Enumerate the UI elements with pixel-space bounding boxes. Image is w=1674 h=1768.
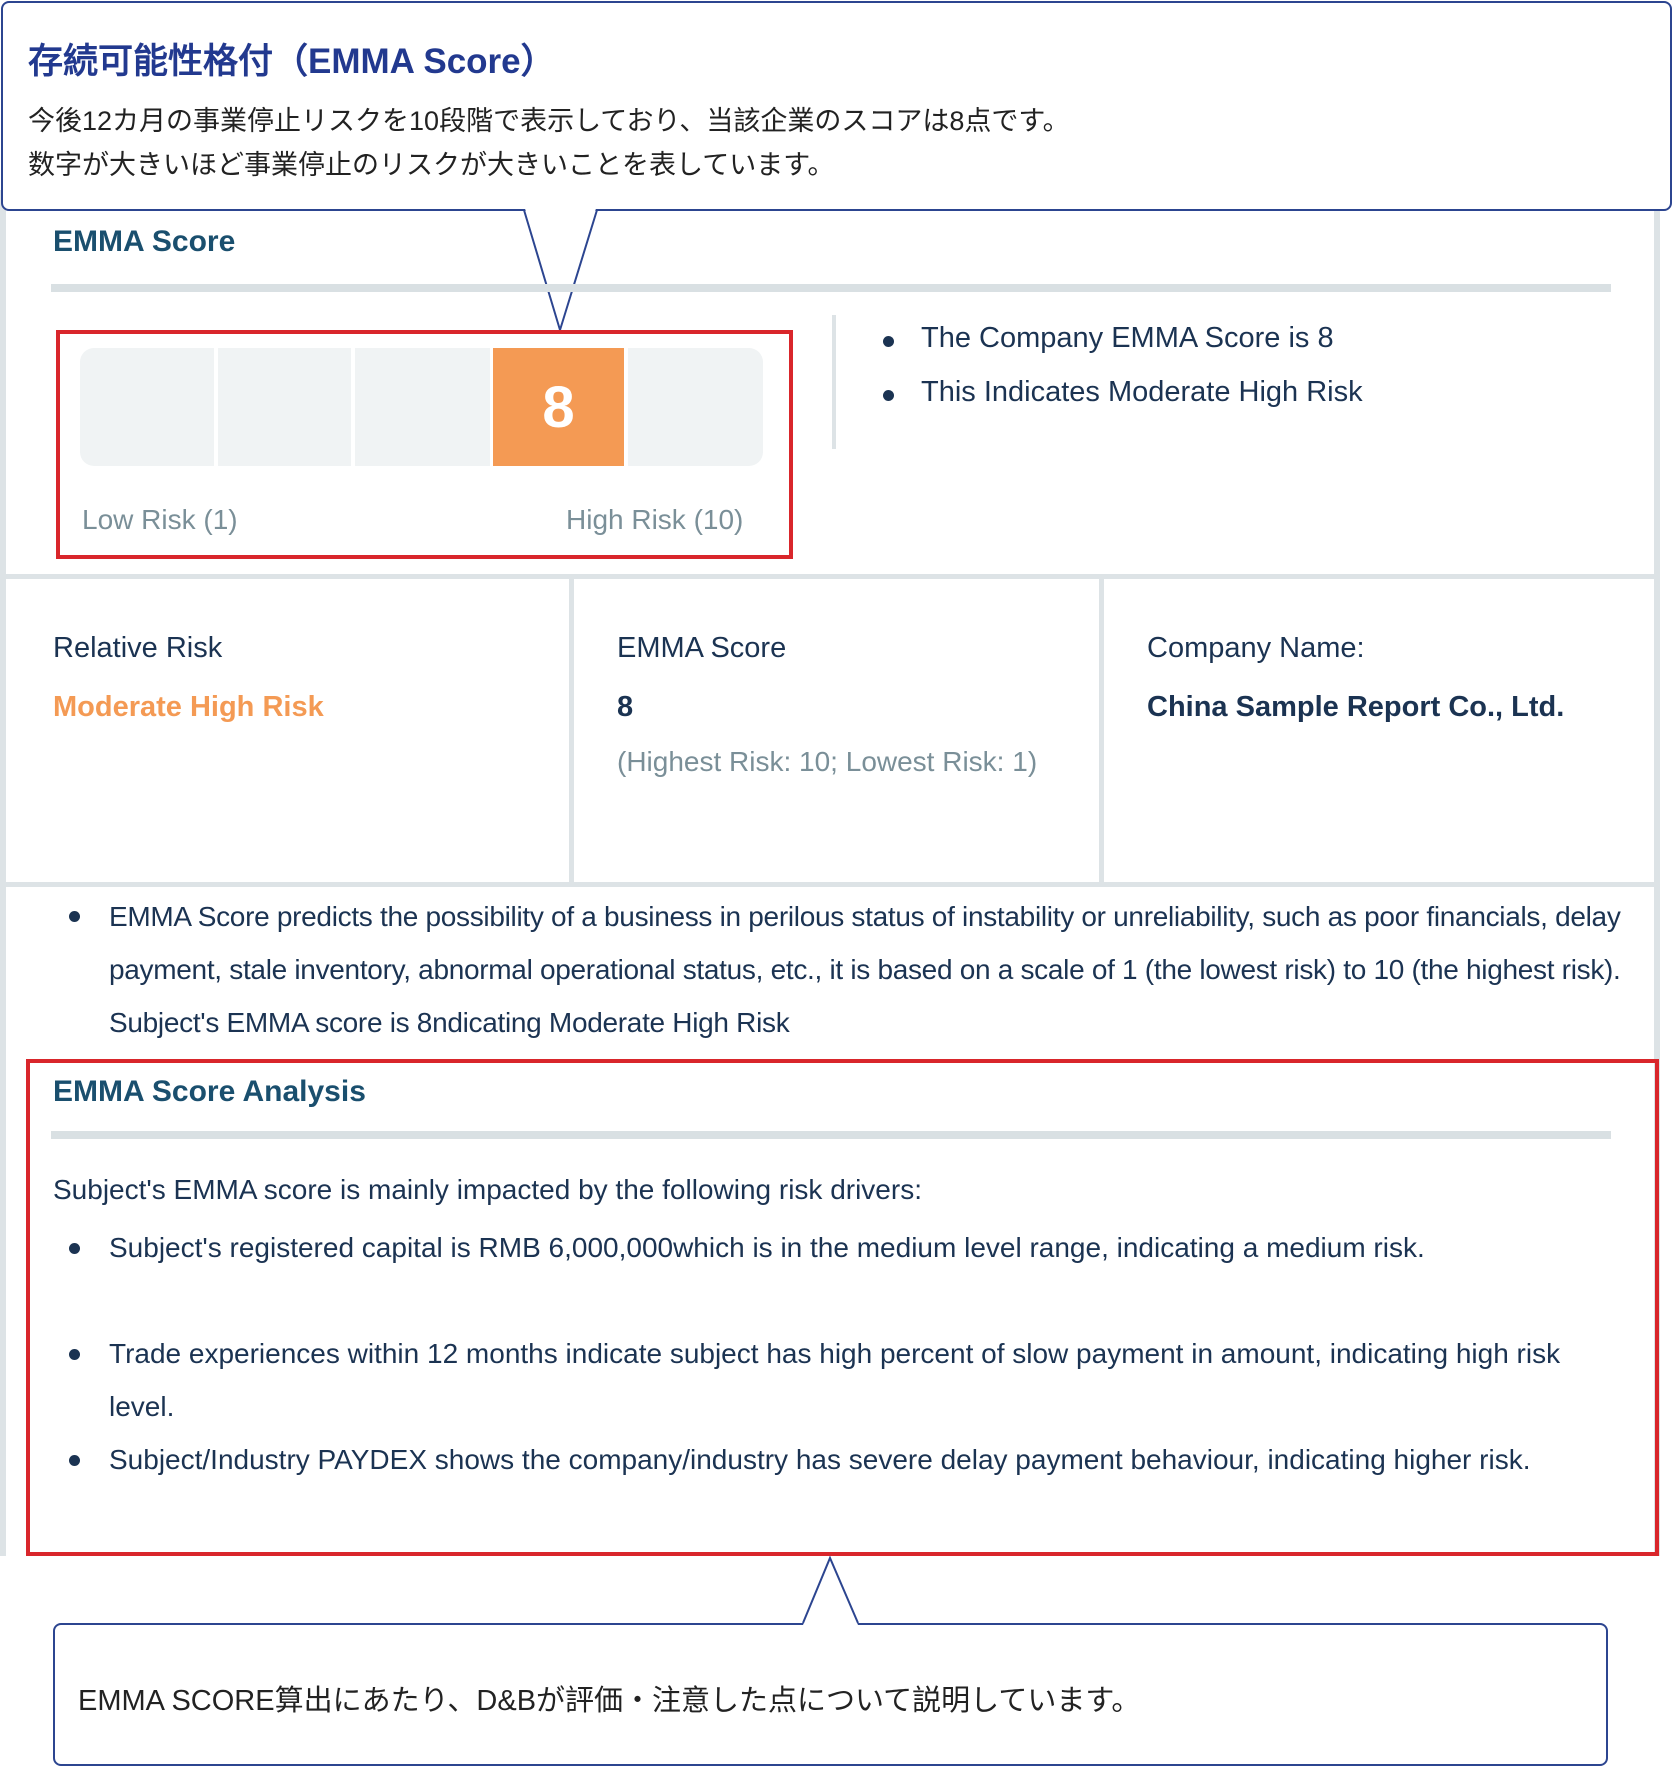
bottom-callout: EMMA SCORE算出にあたり、D&Bが評価・注意した点について説明しています…: [53, 1623, 1608, 1766]
cells-bottom-border: [6, 882, 1654, 887]
emma-description: EMMA Score predicts the possibility of a…: [109, 901, 1621, 1038]
vertical-divider: [832, 315, 836, 449]
cell-divider: [1099, 577, 1104, 884]
top-callout: 存続可能性格付（EMMA Score） 今後12カ月の事業停止リスクを10段階で…: [1, 1, 1672, 211]
cells-top-border: [6, 574, 1654, 579]
emma-cell-label: EMMA Score: [617, 632, 787, 664]
bullet-icon: [69, 1455, 80, 1466]
bullet-icon: [883, 390, 894, 401]
analysis-heading: EMMA Score Analysis: [53, 1075, 366, 1108]
top-callout-pointer: [523, 205, 598, 334]
analysis-bullet: Trade experiences within 12 months indic…: [109, 1338, 1561, 1422]
high-risk-label: High Risk (10): [566, 504, 744, 535]
callout-line-2: 数字が大きいほど事業停止のリスクが大きいことを表しています。: [28, 150, 835, 180]
emma-cell-note: (Highest Risk: 10; Lowest Risk: 1): [617, 746, 1038, 777]
scale-segment-active: 8: [493, 348, 624, 466]
emma-cell-value: 8: [617, 691, 634, 723]
bottom-callout-pointer: [802, 1555, 859, 1625]
bottom-callout-text: EMMA SCORE算出にあたり、D&Bが評価・注意した点について説明しています…: [78, 1685, 1141, 1717]
scale-segment: [628, 348, 763, 466]
callout-title: 存続可能性格付（EMMA Score）: [28, 42, 556, 81]
company-value: China Sample Report Co., Ltd.: [1147, 691, 1565, 723]
analysis-bullet: Subject's registered capital is RMB 6,00…: [109, 1232, 1425, 1263]
score-bullet: The Company EMMA Score is 8: [921, 322, 1334, 354]
bullet-icon: [69, 1349, 80, 1360]
analysis-rule: [51, 1131, 1611, 1139]
score-scale: 8: [80, 348, 763, 466]
bullet-icon: [883, 336, 894, 347]
scale-segment: [80, 348, 214, 466]
analysis-bullet: Subject/Industry PAYDEX shows the compan…: [109, 1444, 1531, 1475]
emma-score-heading: EMMA Score: [53, 225, 236, 258]
score-bullet: This Indicates Moderate High Risk: [921, 376, 1363, 408]
relative-risk-value: Moderate High Risk: [53, 691, 324, 723]
low-risk-label: Low Risk (1): [82, 504, 238, 535]
cell-divider: [569, 577, 574, 884]
analysis-intro: Subject's EMMA score is mainly impacted …: [53, 1174, 922, 1205]
scale-segment: [355, 348, 490, 466]
callout-line-1: 今後12カ月の事業停止リスクを10段階で表示しており、当該企業のスコアは8点です…: [28, 106, 1070, 136]
scale-segment: [218, 348, 351, 466]
heading-rule: [51, 284, 1611, 292]
company-label: Company Name:: [1147, 632, 1365, 664]
bullet-icon: [69, 911, 80, 922]
bullet-icon: [69, 1243, 80, 1254]
relative-risk-label: Relative Risk: [53, 632, 223, 664]
